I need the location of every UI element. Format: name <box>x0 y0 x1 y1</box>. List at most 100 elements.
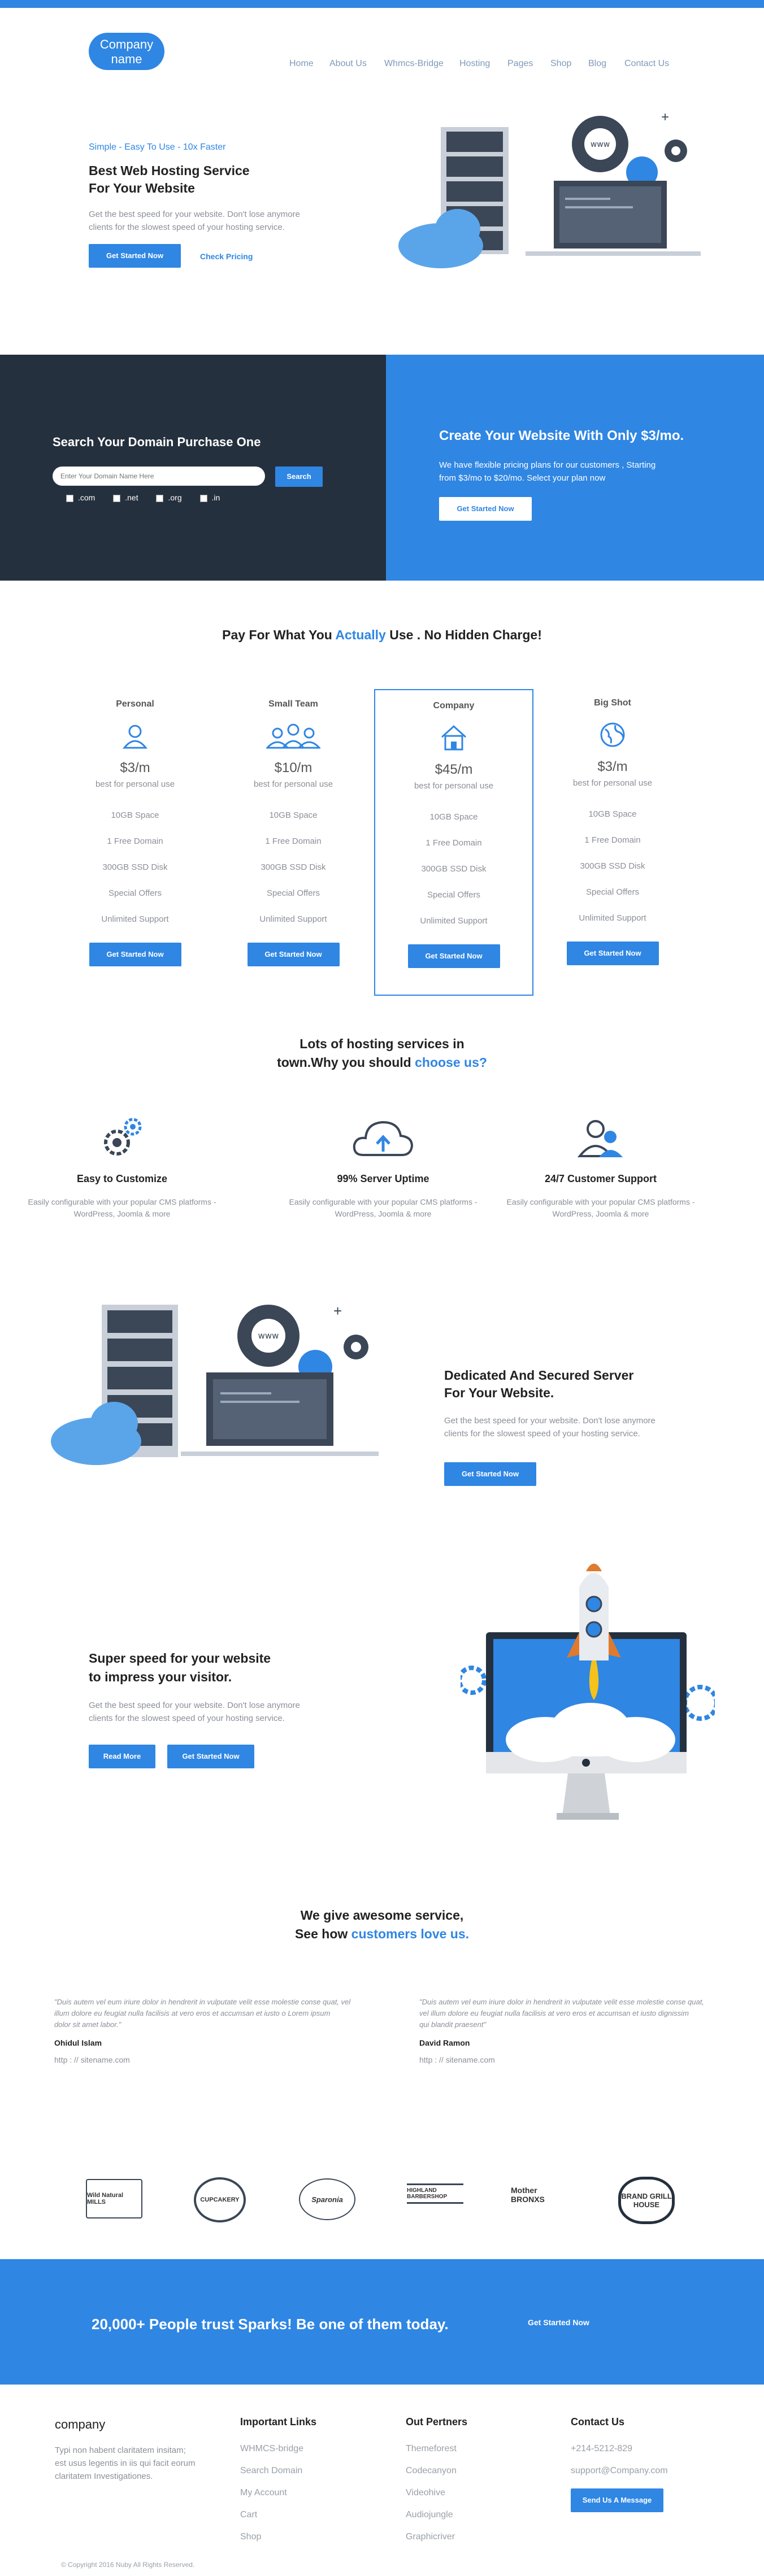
testimonial-card: "Duis autem vel eum iriure dolor in hend… <box>54 1997 382 2064</box>
footer-email[interactable]: support@Company.com <box>571 2460 668 2482</box>
nav-hosting[interactable]: Hosting <box>459 59 490 69</box>
tld-com-label: .com <box>78 493 96 502</box>
trust-get-started-link[interactable]: Get Started Now <box>528 2318 589 2327</box>
feature-domain: 1 Free Domain <box>265 836 322 846</box>
send-message-button[interactable]: Send Us A Message <box>571 2488 663 2512</box>
plan-subtitle: best for personal use <box>253 779 333 789</box>
testimonials-title-line1: We give awesome service, <box>300 1908 464 1923</box>
footer-link-my-account[interactable]: My Account <box>240 2482 316 2504</box>
svg-text:www: www <box>591 140 610 149</box>
checkbox-icon[interactable] <box>199 494 207 502</box>
feature-domain: 1 Free Domain <box>584 835 641 845</box>
feature-space: 10GB Space <box>269 810 318 820</box>
hero-title: Best Web Hosting Service For Your Websit… <box>89 162 250 197</box>
speed-title-line2: to impress your visitor. <box>89 1670 232 1684</box>
plan-name: Small Team <box>268 699 318 709</box>
nav-pages[interactable]: Pages <box>507 59 533 69</box>
promo-desc-line2: from $3/mo to $20/mo. Select your plan n… <box>439 473 606 483</box>
feature-disk: 300GB SSD Disk <box>421 864 487 874</box>
plan-subtitle: best for personal use <box>95 779 175 789</box>
footer-partner-link[interactable]: Graphicriver <box>406 2526 467 2548</box>
feature-space: 10GB Space <box>111 810 159 820</box>
speed-get-started-button[interactable]: Get Started Now <box>167 1745 254 1768</box>
read-more-button[interactable]: Read More <box>89 1745 155 1768</box>
speed-title: Super speed for your website to impress … <box>89 1649 271 1686</box>
footer-about: Typi non habent claritatem insitam; est … <box>55 2444 195 2483</box>
nav-blog[interactable]: Blog <box>588 59 606 69</box>
nav-whmcs[interactable]: Whmcs-Bridge <box>384 59 444 69</box>
nav-about[interactable]: About Us <box>329 59 367 69</box>
tld-net[interactable]: .net <box>113 493 138 502</box>
speed-title-line1: Super speed for your website <box>89 1651 271 1666</box>
brand-logo-bronxs: Mother BRONXS <box>511 2181 567 2209</box>
svg-text:+: + <box>661 110 669 125</box>
plan-get-started-button[interactable]: Get Started Now <box>89 943 181 966</box>
plan-get-started-button[interactable]: Get Started Now <box>566 942 659 965</box>
testimonial-quote: "Duis autem vel eum iriure dolor in hend… <box>54 1997 382 2030</box>
footer-link-whmcs[interactable]: WHMCS-bridge <box>240 2438 316 2460</box>
brand-logo-wild-natural: Wild Natural MILLS <box>86 2179 142 2218</box>
plan-card-personal: Personal $3/m best for personal use 10GB… <box>67 699 203 966</box>
checkbox-icon[interactable] <box>66 494 73 502</box>
secure-get-started-button[interactable]: Get Started Now <box>444 1462 536 1486</box>
footer-phone[interactable]: +214-5212-829 <box>571 2438 668 2460</box>
footer-partner-link[interactable]: Themeforest <box>406 2438 467 2460</box>
logo[interactable]: Company name <box>89 33 164 70</box>
trust-text: 20,000+ People trust Sparks! Be one of t… <box>92 2316 449 2333</box>
speed-desc-line1: Get the best speed for your website. Don… <box>89 1701 300 1710</box>
hero-get-started-button[interactable]: Get Started Now <box>89 244 181 268</box>
pricing-title-part2: Use . No Hidden Charge! <box>385 627 542 642</box>
secure-server-illustration: www + <box>51 1293 390 1468</box>
promo-get-started-button[interactable]: Get Started Now <box>439 497 532 521</box>
testimonial-site-link[interactable]: http : // sitename.com <box>54 2055 382 2064</box>
brand-logo-sparonia: Sparonia <box>299 2178 355 2220</box>
services-title-part1: town.Why you should <box>277 1055 415 1070</box>
footer-link-search-domain[interactable]: Search Domain <box>240 2460 316 2482</box>
tld-in[interactable]: .in <box>199 493 220 502</box>
hero-desc-line2: clients for the slowest speed of your ho… <box>89 223 285 232</box>
footer-partner-link[interactable]: Videohive <box>406 2482 467 2504</box>
check-pricing-link[interactable]: Check Pricing <box>200 252 253 261</box>
domain-search-input[interactable] <box>53 467 265 486</box>
pricing-title-highlight: Actually <box>335 627 386 642</box>
service-desc: Easily configurable with your popular CM… <box>15 1196 229 1220</box>
nav-shop[interactable]: Shop <box>550 59 571 69</box>
brand-logo-highland: HIGHLAND BARBERSHOP <box>407 2183 463 2204</box>
tld-org[interactable]: .org <box>156 493 182 502</box>
quote-line: "Duis autem vel eum iriure dolor in hend… <box>419 1998 704 2006</box>
footer-link-shop[interactable]: Shop <box>240 2526 316 2548</box>
plan-name: Big Shot <box>594 698 631 708</box>
feature-domain: 1 Free Domain <box>107 836 163 846</box>
gears-icon <box>97 1115 147 1161</box>
secure-title: Dedicated And Secured Server For Your We… <box>444 1367 633 1402</box>
footer-links-column: Important Links WHMCS-bridge Search Doma… <box>240 2416 316 2548</box>
service-title: 99% Server Uptime <box>337 1173 429 1184</box>
footer-partner-link[interactable]: Audiojungle <box>406 2504 467 2526</box>
footer-link-cart[interactable]: Cart <box>240 2504 316 2526</box>
plan-features: 10GB Space 1 Free Domain 300GB SSD Disk … <box>225 803 361 932</box>
footer-partner-link[interactable]: Codecanyon <box>406 2460 467 2482</box>
secure-desc-line1: Get the best speed for your website. Don… <box>444 1416 656 1426</box>
promo-title: Create Your Website With Only $3/mo. <box>439 428 684 443</box>
footer-contact-title: Contact Us <box>571 2416 625 2427</box>
logo-text: Company name <box>99 37 154 66</box>
tld-net-label: .net <box>125 493 138 502</box>
nav-contact[interactable]: Contact Us <box>624 59 669 69</box>
tld-com[interactable]: .com <box>66 493 95 502</box>
globe-icon <box>598 721 627 749</box>
feature-support: Unlimited Support <box>101 914 169 924</box>
secure-title-line2: For Your Website. <box>444 1385 554 1400</box>
nav-home[interactable]: Home <box>289 59 314 69</box>
plan-price: $3/m <box>120 760 150 775</box>
checkbox-icon[interactable] <box>113 494 121 502</box>
plan-get-started-button[interactable]: Get Started Now <box>407 944 500 968</box>
service-desc-line1: Easily configurable with your popular CM… <box>28 1197 216 1206</box>
plan-get-started-button[interactable]: Get Started Now <box>247 943 340 966</box>
plan-features: 10GB Space 1 Free Domain 300GB SSD Disk … <box>67 803 203 932</box>
quote-line: illum dolore eu feugiat nulla facilisis … <box>54 2009 331 2017</box>
checkbox-icon[interactable] <box>156 494 164 502</box>
domain-search-button[interactable]: Search <box>275 467 323 487</box>
footer-about-line2: est usus legentis in iis qui facit eorum <box>55 2459 196 2468</box>
hero-illustration: www + <box>396 104 701 274</box>
testimonial-site-link[interactable]: http : // sitename.com <box>419 2055 747 2064</box>
